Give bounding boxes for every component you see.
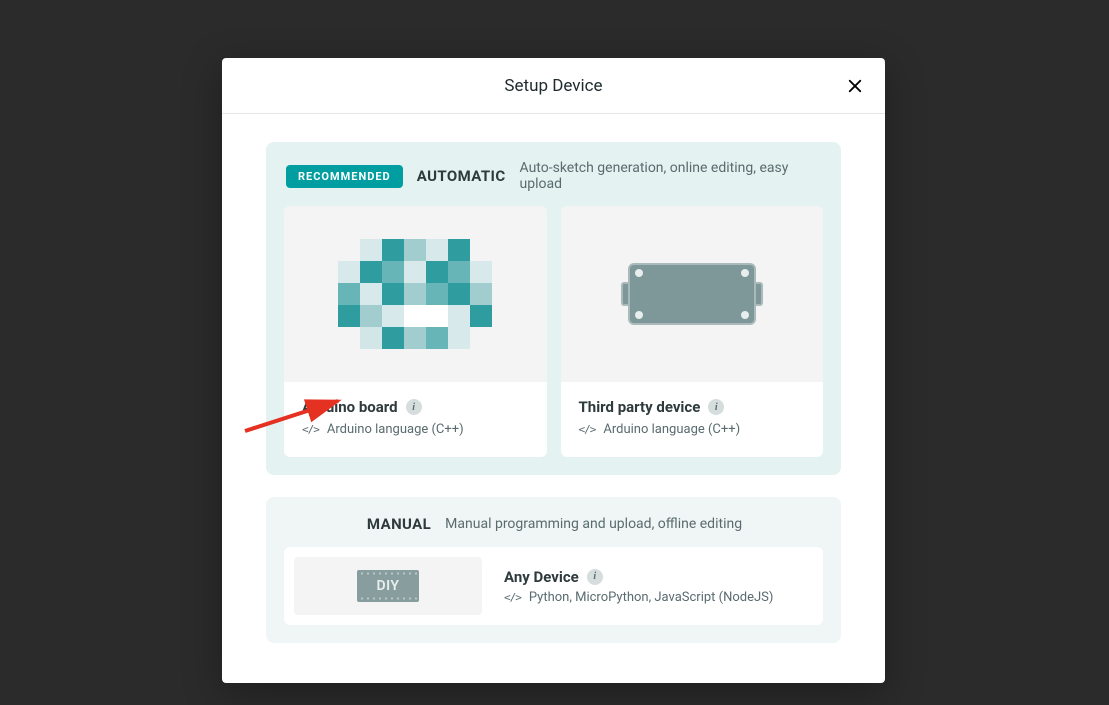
arduino-pixel-art bbox=[338, 239, 492, 349]
arduino-board-card[interactable]: Arduino board i </> Arduino language (C+… bbox=[284, 206, 547, 457]
modal-header: Setup Device bbox=[222, 58, 885, 114]
diy-chip-icon: DIY bbox=[357, 570, 419, 602]
recommended-badge: RECOMMENDED bbox=[286, 165, 403, 188]
third-party-device-card[interactable]: Third party device i </> Arduino languag… bbox=[561, 206, 824, 457]
modal-body: RECOMMENDED AUTOMATIC Auto-sketch genera… bbox=[222, 114, 885, 683]
manual-language-row: </> Python, MicroPython, JavaScript (Nod… bbox=[504, 590, 813, 605]
manual-card-body: Any Device i </> Python, MicroPython, Ja… bbox=[504, 568, 813, 605]
automatic-description: Auto-sketch generation, online editing, … bbox=[520, 160, 823, 192]
diy-label: DIY bbox=[376, 578, 399, 594]
card-body: Third party device i </> Arduino languag… bbox=[561, 382, 824, 457]
manual-section: MANUAL Manual programming and upload, of… bbox=[266, 497, 841, 643]
arduino-board-title: Arduino board bbox=[302, 398, 398, 416]
info-icon[interactable]: i bbox=[708, 399, 724, 415]
third-party-title: Third party device bbox=[579, 398, 701, 416]
code-icon: </> bbox=[302, 423, 319, 436]
board-icon bbox=[628, 263, 756, 325]
automatic-section: RECOMMENDED AUTOMATIC Auto-sketch genera… bbox=[266, 142, 841, 475]
any-device-image: DIY bbox=[294, 557, 482, 615]
automatic-cards-row: Arduino board i </> Arduino language (C+… bbox=[284, 206, 823, 457]
automatic-section-header: RECOMMENDED AUTOMATIC Auto-sketch genera… bbox=[284, 160, 823, 192]
manual-title-row: Any Device i bbox=[504, 568, 813, 586]
code-icon: </> bbox=[579, 423, 596, 436]
card-body: Arduino board i </> Arduino language (C+… bbox=[284, 382, 547, 457]
manual-description: Manual programming and upload, offline e… bbox=[445, 516, 742, 532]
card-language-row: </> Arduino language (C++) bbox=[579, 422, 806, 437]
close-icon bbox=[846, 77, 864, 95]
manual-section-header: MANUAL Manual programming and upload, of… bbox=[284, 515, 823, 533]
third-party-image bbox=[561, 206, 824, 382]
arduino-board-image bbox=[284, 206, 547, 382]
any-device-language: Python, MicroPython, JavaScript (NodeJS) bbox=[529, 590, 774, 605]
manual-title: MANUAL bbox=[367, 515, 431, 533]
third-party-language: Arduino language (C++) bbox=[603, 422, 740, 437]
arduino-board-language: Arduino language (C++) bbox=[327, 422, 464, 437]
automatic-title: AUTOMATIC bbox=[417, 167, 506, 185]
any-device-title: Any Device bbox=[504, 568, 579, 586]
card-title-row: Third party device i bbox=[579, 398, 806, 416]
setup-device-modal: Setup Device RECOMMENDED AUTOMATIC Auto-… bbox=[222, 58, 885, 683]
any-device-card[interactable]: DIY Any Device i </> Python, MicroPython… bbox=[284, 547, 823, 625]
modal-title: Setup Device bbox=[504, 76, 602, 96]
card-language-row: </> Arduino language (C++) bbox=[302, 422, 529, 437]
close-button[interactable] bbox=[843, 74, 867, 98]
code-icon: </> bbox=[504, 591, 521, 604]
info-icon[interactable]: i bbox=[406, 399, 422, 415]
card-title-row: Arduino board i bbox=[302, 398, 529, 416]
info-icon[interactable]: i bbox=[587, 569, 603, 585]
